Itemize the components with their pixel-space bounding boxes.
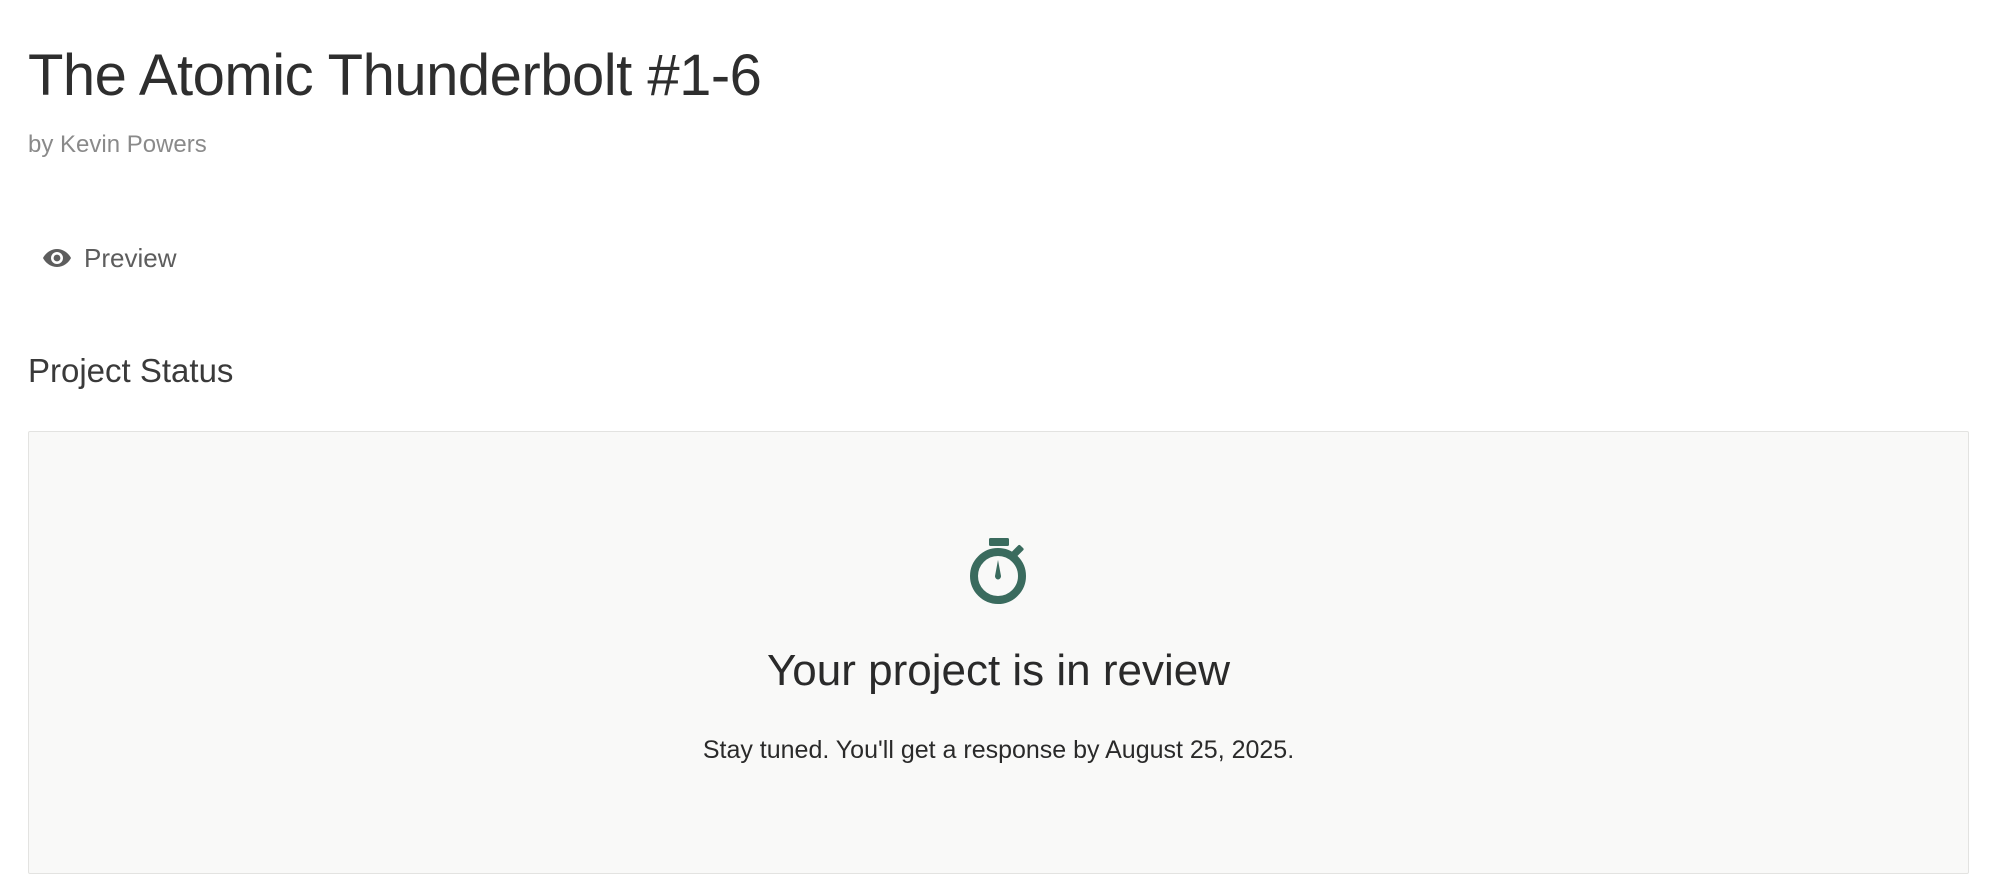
project-status-title: Project Status [28,352,234,389]
project-title: The Atomic Thunderbolt #1-6 [28,43,762,108]
eye-icon [42,247,72,269]
preview-label: Preview [84,242,177,273]
project-status-panel: Your project is in review Stay tuned. Yo… [28,431,1969,874]
review-status-message: Stay tuned. You'll get a response by Aug… [702,736,1295,764]
preview-button[interactable]: Preview [36,236,182,280]
review-status-heading: Your project is in review [766,646,1231,695]
project-author: by Kevin Powers [28,131,207,158]
stopwatch-icon [967,538,1033,611]
